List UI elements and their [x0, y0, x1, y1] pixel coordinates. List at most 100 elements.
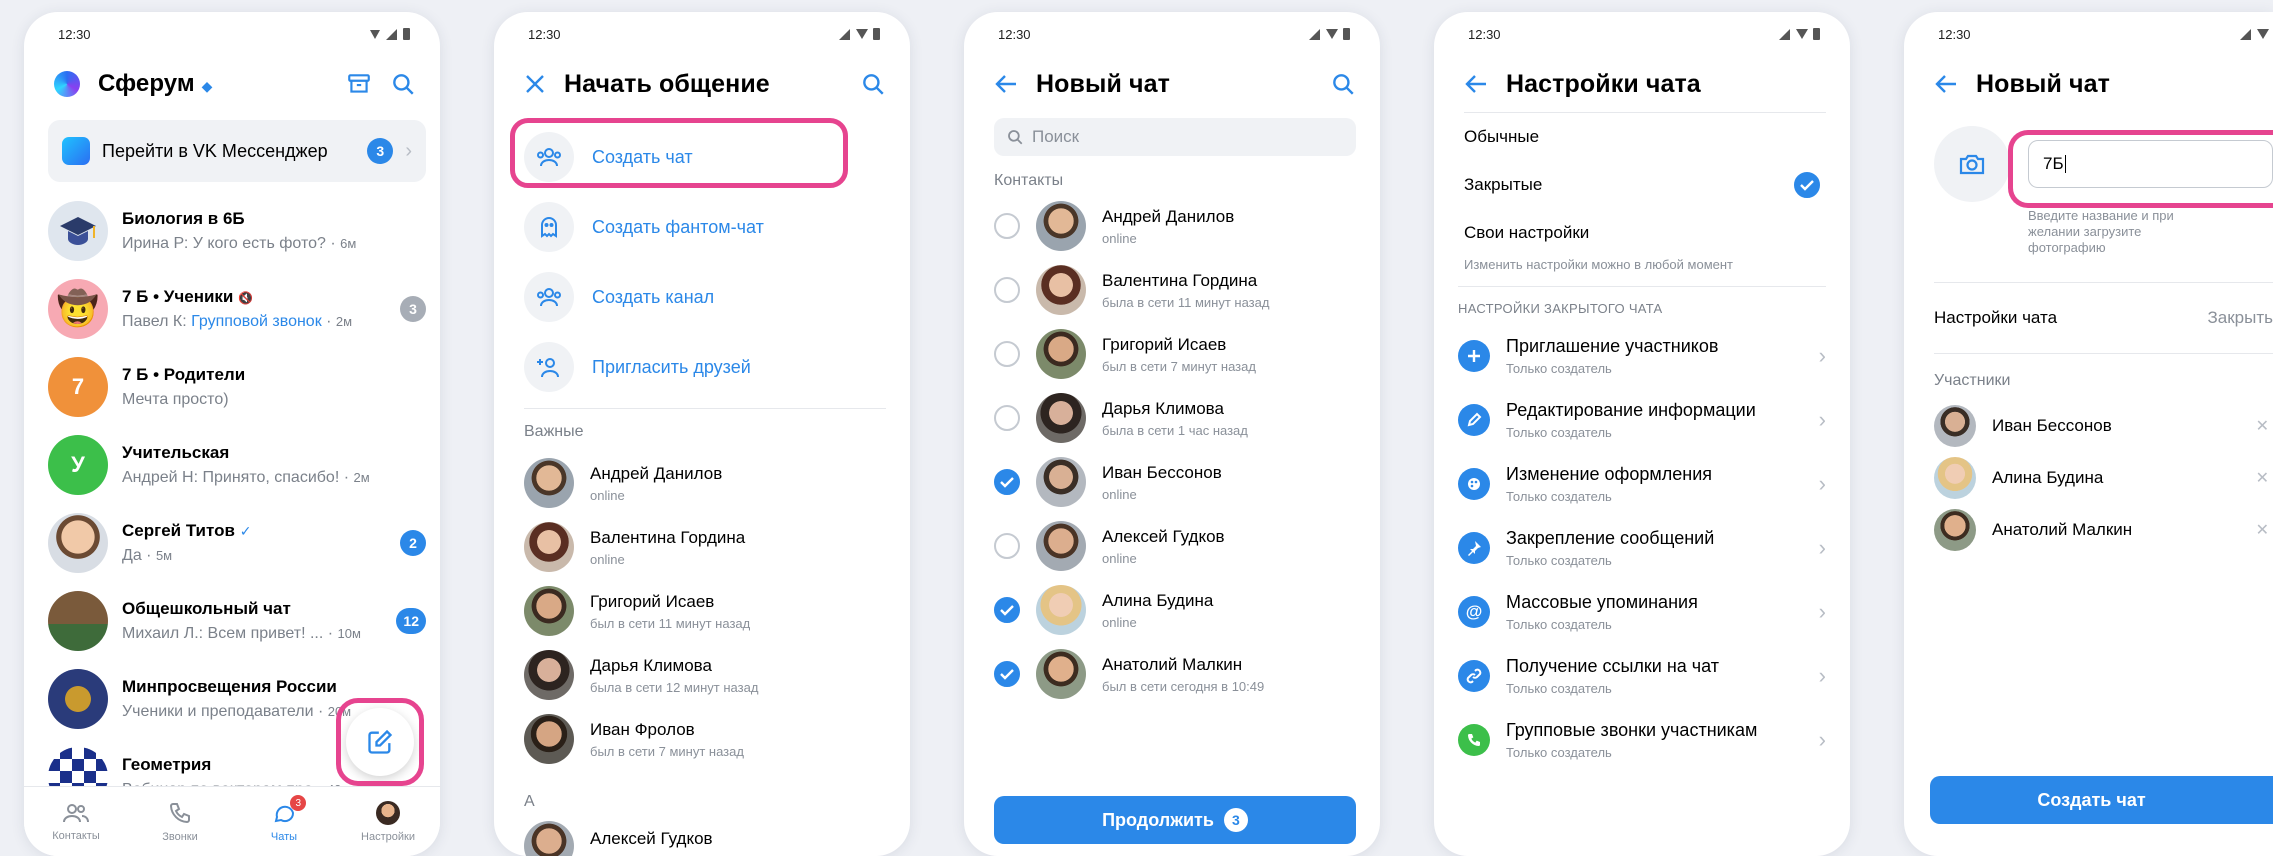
create-channel-action[interactable]: Создать канал: [494, 262, 910, 332]
search-icon[interactable]: [390, 71, 416, 97]
chat-settings-row[interactable]: Настройки чата Закрыть: [1904, 283, 2273, 353]
chevron-right-icon: ›: [1818, 599, 1826, 624]
continue-button[interactable]: Продолжить 3: [994, 796, 1356, 844]
search-icon[interactable]: [860, 71, 886, 97]
contact-select-row[interactable]: Анатолий Малкин был в сети сегодня в 10:4…: [964, 642, 1380, 706]
chat-name-value: 7Б: [2043, 154, 2064, 173]
back-arrow-icon[interactable]: [1934, 73, 1958, 95]
contact-checkbox[interactable]: [994, 341, 1020, 367]
camera-button[interactable]: [1934, 126, 2010, 202]
create-phantom-chat-action[interactable]: Создать фантом-чат: [494, 192, 910, 262]
contact-avatar: [524, 522, 574, 572]
status-bar: 12:30: [1904, 12, 2273, 56]
section-contacts: Контакты: [994, 172, 1064, 189]
contact-checkbox[interactable]: [994, 277, 1020, 303]
contact-checkbox-checked[interactable]: [994, 469, 1020, 495]
setting-change-design[interactable]: Изменение оформления Только создатель ›: [1434, 452, 1850, 516]
vk-messenger-banner[interactable]: Перейти в VK Мессенджер 3 ›: [48, 120, 426, 182]
option-regular[interactable]: Обычные: [1434, 113, 1850, 161]
invite-friends-action[interactable]: Пригласить друзей: [494, 332, 910, 402]
contact-status: online: [1102, 486, 1137, 502]
search-input[interactable]: Поиск: [994, 118, 1356, 156]
tab-settings[interactable]: Настройки: [336, 787, 440, 856]
contact-status: была в сети 11 минут назад: [1102, 294, 1270, 310]
chat-item[interactable]: 7 7 Б • Родители Мечта просто): [24, 348, 440, 426]
setting-chat-link[interactable]: Получение ссылки на чат Только создатель …: [1434, 644, 1850, 708]
contact-select-row[interactable]: Иван Бессонов online: [964, 450, 1380, 514]
setting-pin-messages[interactable]: Закрепление сообщений Только создатель ›: [1434, 516, 1850, 580]
create-chat-button[interactable]: Создать чат: [1930, 776, 2273, 824]
contact-select-row[interactable]: Валентина Гордина была в сети 11 минут на…: [964, 258, 1380, 322]
add-person-icon: [524, 342, 574, 392]
contact-row[interactable]: Алексей Гудков: [494, 821, 910, 856]
setting-edit-info[interactable]: Редактирование информации Только создател…: [1434, 388, 1850, 452]
contact-avatar: [524, 586, 574, 636]
status-bar: 12:30: [494, 12, 910, 56]
tab-calls[interactable]: Звонки: [128, 787, 232, 856]
chat-name: 7 Б • Родители: [122, 365, 246, 384]
action-label: Пригласить друзей: [592, 356, 751, 377]
option-closed[interactable]: Закрытые: [1434, 161, 1850, 209]
muted-icon: 🔇: [238, 291, 254, 305]
contact-select-row[interactable]: Алина Будина online: [964, 578, 1380, 642]
plus-icon: [1458, 340, 1490, 372]
contact-select-row[interactable]: Григорий Исаев был в сети 7 минут назад: [964, 322, 1380, 386]
contact-checkbox-checked[interactable]: [994, 661, 1020, 687]
contact-checkbox[interactable]: [994, 533, 1020, 559]
option-custom[interactable]: Свои настройки: [1434, 209, 1850, 257]
contact-status: был в сети 7 минут назад: [590, 743, 744, 759]
chat-item[interactable]: Сергей Титов ✓ Да · 5м 2: [24, 504, 440, 582]
archive-icon[interactable]: [346, 71, 372, 97]
vk-banner-label: Перейти в VK Мессенджер: [102, 140, 328, 161]
chat-item[interactable]: Общешкольный чат Михаил Л.: Всем привет!…: [24, 582, 440, 660]
back-arrow-icon[interactable]: [1464, 73, 1488, 95]
create-chat-action[interactable]: Создать чат: [494, 122, 910, 192]
contact-checkbox[interactable]: [994, 405, 1020, 431]
contact-row[interactable]: Григорий Исаев был в сети 11 минут назад: [494, 579, 910, 643]
member-name: Алина Будина: [1992, 468, 2104, 487]
profile-avatar-icon: [376, 800, 400, 825]
chat-name-input[interactable]: 7Б: [2028, 140, 2273, 188]
search-icon[interactable]: [1330, 71, 1356, 97]
contact-row[interactable]: Андрей Данилов online: [494, 451, 910, 515]
chat-item[interactable]: 🤠 7 Б • Ученики 🔇 Павел К: Групповой зво…: [24, 270, 440, 348]
contact-select-row[interactable]: Алексей Гудков online: [964, 514, 1380, 578]
contact-select-row[interactable]: Андрей Данилов online: [964, 194, 1380, 258]
setting-group-calls[interactable]: Групповые звонки участникам Только создат…: [1434, 708, 1850, 772]
contact-name: Валентина Гордина: [1102, 270, 1258, 290]
chat-settings-value: Закрыть: [2207, 308, 2273, 327]
chat-item[interactable]: У Учительская Андрей Н: Принято, спасибо…: [24, 426, 440, 504]
back-arrow-icon[interactable]: [994, 73, 1018, 95]
close-icon[interactable]: [524, 73, 546, 95]
chat-item[interactable]: Биология в 6Б Ирина Р: У кого есть фото?…: [24, 192, 440, 270]
member-row[interactable]: Иван Бессонов ✕: [1904, 400, 2273, 452]
header: Начать общение: [494, 56, 910, 112]
status-time: 12:30: [1468, 26, 1501, 42]
create-chat-label: Создать чат: [2037, 789, 2146, 810]
contact-row[interactable]: Дарья Климова была в сети 12 минут назад: [494, 643, 910, 707]
group-icon: [524, 132, 574, 182]
setting-mass-mentions[interactable]: @ Массовые упоминания Только создатель ›: [1434, 580, 1850, 644]
member-row[interactable]: Анатолий Малкин ✕: [1904, 504, 2273, 556]
emblem-avatar: [48, 669, 108, 729]
tab-label: Звонки: [162, 830, 198, 843]
compose-button[interactable]: [346, 708, 414, 776]
contact-row[interactable]: Иван Фролов был в сети 7 минут назад: [494, 707, 910, 771]
tab-label: Контакты: [52, 829, 100, 842]
contact-row[interactable]: Валентина Гордина online: [494, 515, 910, 579]
status-time: 12:30: [1938, 26, 1971, 42]
status-bar: 12:30: [24, 12, 440, 56]
tab-chats[interactable]: 3 Чаты: [232, 787, 336, 856]
contact-select-row[interactable]: Дарья Климова была в сети 1 час назад: [964, 386, 1380, 450]
contact-checkbox[interactable]: [994, 213, 1020, 239]
contact-status: online: [1102, 550, 1137, 566]
unread-badge: 2: [400, 530, 426, 556]
status-icons: [2240, 28, 2273, 40]
status-bar: 12:30: [964, 12, 1380, 56]
setting-invite-members[interactable]: Приглашение участников Только создатель ›: [1434, 324, 1850, 388]
member-row[interactable]: Алина Будина ✕: [1904, 452, 2273, 504]
tab-contacts[interactable]: Контакты: [24, 787, 128, 856]
phone-icon: [169, 802, 190, 823]
contact-avatar: [1036, 393, 1086, 443]
contact-checkbox-checked[interactable]: [994, 597, 1020, 623]
